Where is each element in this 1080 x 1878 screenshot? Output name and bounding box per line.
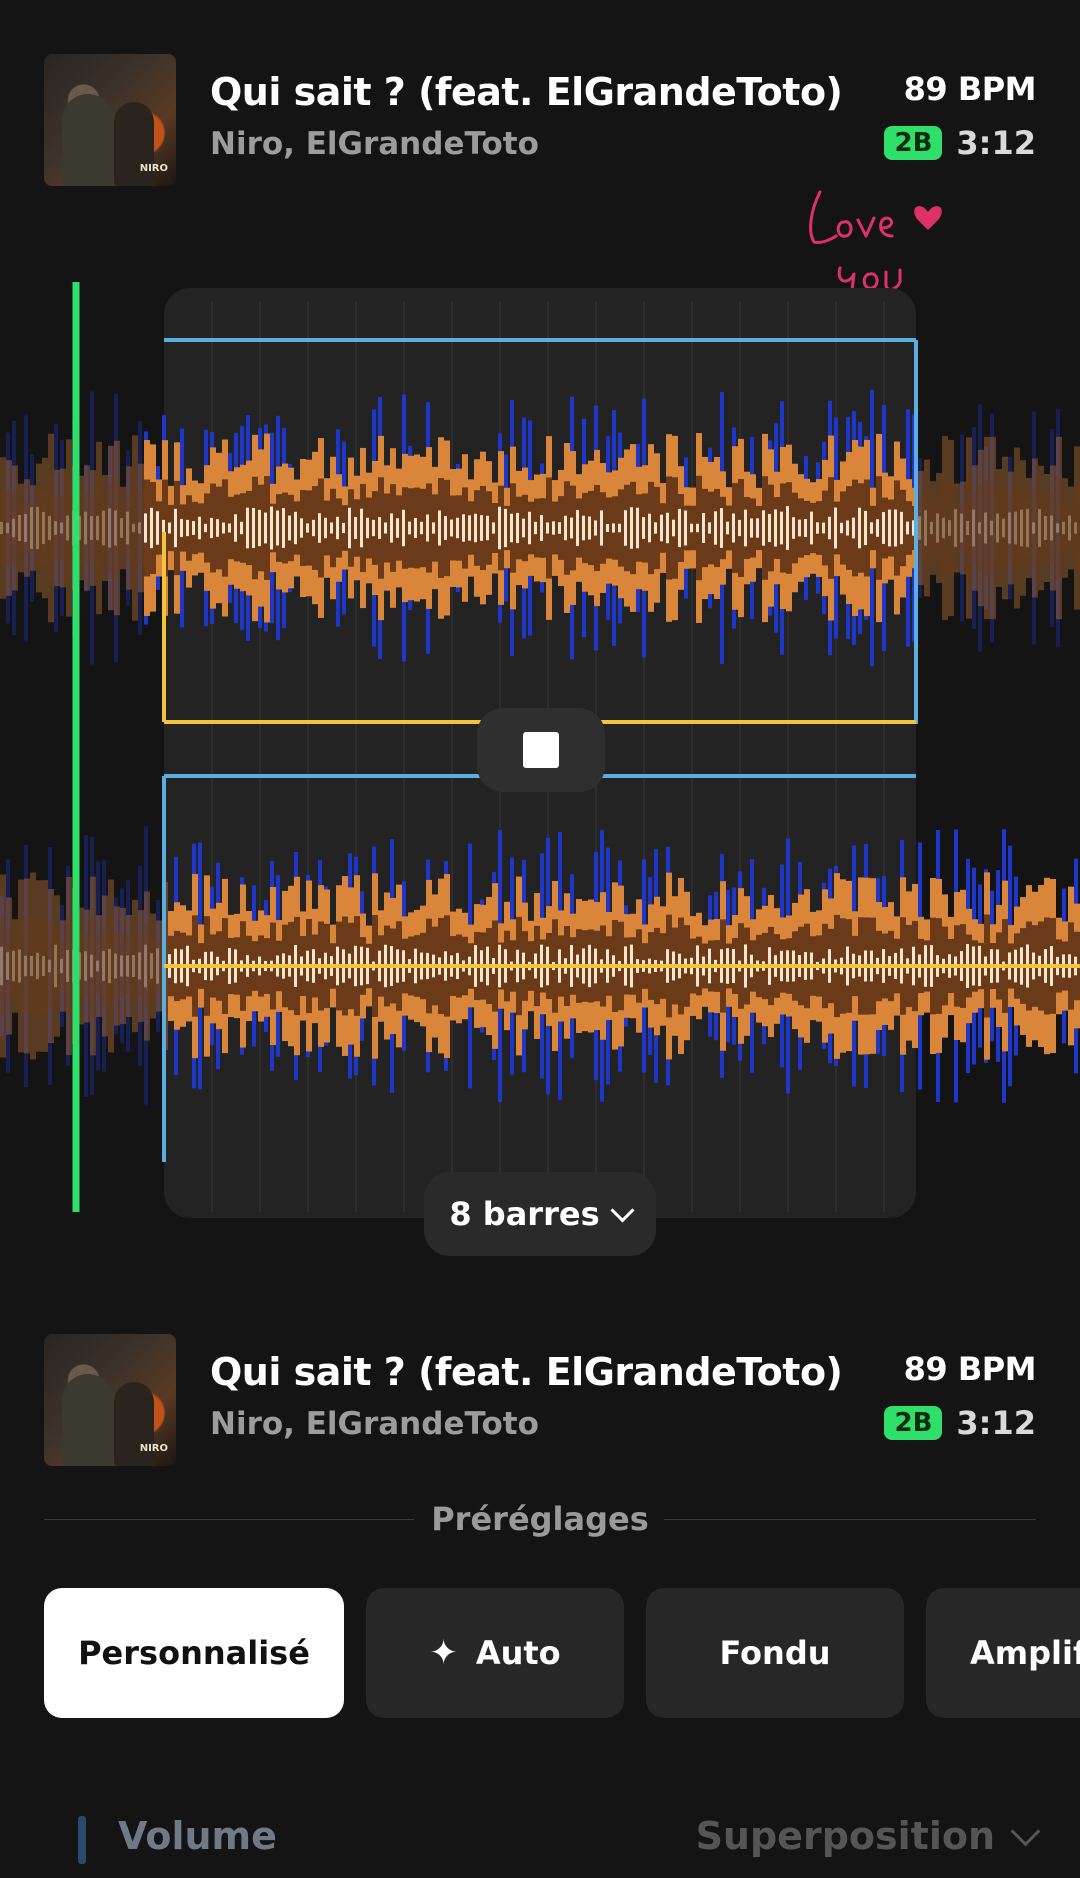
track-bpm: 89 BPM (903, 1350, 1037, 1388)
track-artist: Niro, ElGrandeToto (210, 1406, 539, 1442)
mix-controls: Volume Superposition (0, 1810, 1080, 1878)
presets-title: Préréglages (431, 1500, 649, 1538)
deck-a-track-info[interactable]: NIRO Qui sait ? (feat. ElGrandeToto) Nir… (0, 54, 1080, 194)
preset-personnalise[interactable]: Personnalisé (44, 1588, 344, 1718)
track-duration: 3:12 (956, 1404, 1036, 1442)
preset-auto[interactable]: ✦ Auto (366, 1588, 624, 1718)
presets-header: Préréglages (44, 1500, 1036, 1540)
preset-label: Fondu (719, 1634, 831, 1672)
key-badge: 2B (884, 1406, 943, 1440)
preset-amplif[interactable]: Amplif (926, 1588, 1080, 1718)
album-art: NIRO (44, 1334, 176, 1466)
album-art: NIRO (44, 54, 176, 186)
preset-label: Amplif (970, 1634, 1080, 1672)
key-badge: 2B (884, 126, 943, 160)
loop-length-label: 8 barres (449, 1195, 600, 1233)
track-title: Qui sait ? (feat. ElGrandeToto) (210, 1350, 843, 1394)
stop-icon (523, 732, 559, 768)
deck-b-track-info[interactable]: NIRO Qui sait ? (feat. ElGrandeToto) Nir… (0, 1334, 1080, 1474)
mode-selector[interactable]: Superposition (695, 1814, 1041, 1858)
preset-label: Auto (475, 1634, 561, 1672)
chevron-down-icon (610, 1197, 635, 1223)
track-duration: 3:12 (956, 124, 1036, 162)
loop-length-selector[interactable]: 8 barres (424, 1172, 656, 1256)
track-artist: Niro, ElGrandeToto (210, 126, 539, 162)
volume-indicator (78, 1816, 86, 1864)
stop-button[interactable] (477, 708, 605, 792)
track-title: Qui sait ? (feat. ElGrandeToto) (210, 70, 843, 114)
preset-fondu[interactable]: Fondu (646, 1588, 904, 1718)
volume-tab[interactable]: Volume (118, 1814, 277, 1858)
sparkle-icon: ✦ (429, 1633, 458, 1673)
chevron-down-icon (1010, 1816, 1041, 1846)
track-bpm: 89 BPM (903, 70, 1037, 108)
preset-label: Personnalisé (78, 1634, 310, 1672)
mode-label: Superposition (695, 1814, 995, 1858)
